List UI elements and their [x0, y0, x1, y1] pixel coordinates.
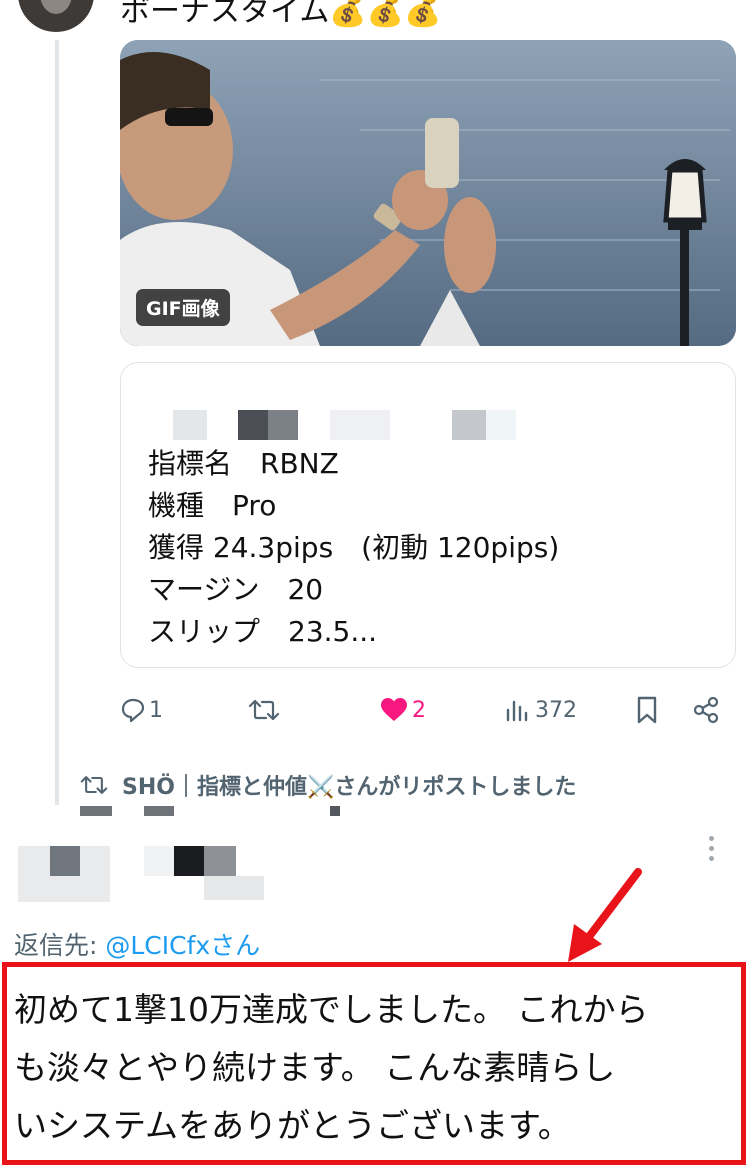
reply-to-handle[interactable]: @LCICfxさん — [105, 931, 260, 960]
repost-notice-text: SHÖ｜指標と仲値⚔️さんがリポストしました — [122, 775, 577, 800]
post-text: ボーナスタイム💰💰💰 — [120, 0, 442, 29]
views-chart-icon — [506, 700, 528, 722]
redacted-block — [238, 410, 268, 440]
share-icon — [693, 696, 719, 724]
like-button[interactable]: 2 — [380, 690, 426, 730]
quote-line: 指標名 RBNZ — [148, 447, 339, 480]
reply-count: 1 — [149, 697, 163, 723]
bookmark-button[interactable] — [635, 690, 659, 730]
reply-to: 返信先: @LCICfxさん — [14, 926, 260, 962]
redacted-block — [452, 410, 486, 440]
views-button[interactable]: 372 — [505, 690, 577, 730]
quote-line: スリップ 23.5... — [148, 615, 378, 648]
redacted-block — [486, 410, 516, 440]
annotation-arrow-icon — [568, 868, 642, 962]
redacted-block — [144, 846, 174, 876]
redacted-block — [268, 410, 298, 440]
reply-to-label: 返信先: — [14, 931, 106, 960]
redacted-block — [330, 806, 340, 816]
redacted-block — [330, 410, 390, 440]
quote-line: 獲得 24.3pips (初動 120pips) — [148, 531, 560, 564]
redacted-block — [173, 410, 207, 440]
bookmark-icon — [637, 696, 657, 724]
gif-badge: GIF画像 — [136, 289, 230, 326]
reply-text-line: いシステムをありがとうございます。 — [14, 1106, 571, 1145]
reply-button[interactable]: 1 — [120, 690, 163, 730]
quote-line: 機種 Pro — [148, 489, 277, 522]
share-button[interactable] — [692, 690, 720, 730]
heart-icon — [381, 698, 407, 721]
quote-line: マージン 20 — [148, 573, 324, 606]
repost-icon — [80, 776, 108, 794]
action-bar: 1 2 372 — [120, 690, 736, 730]
repost-button[interactable] — [248, 690, 280, 730]
repost-notice[interactable]: SHÖ｜指標と仲値⚔️さんがリポストしました — [80, 767, 576, 803]
like-count: 2 — [412, 697, 426, 723]
reply-icon — [121, 698, 145, 723]
redacted-block — [80, 806, 112, 816]
redacted-block — [204, 876, 264, 900]
redacted-block — [204, 846, 236, 876]
redacted-block — [50, 846, 80, 876]
reply-text-line: 初めて1撃10万達成でしました。 これから — [14, 990, 649, 1029]
redacted-block — [174, 846, 204, 876]
more-options-icon[interactable] — [708, 836, 716, 868]
repost-icon — [248, 699, 280, 721]
views-count: 372 — [535, 697, 577, 723]
avatar[interactable] — [18, 0, 94, 32]
reply-text-line: も淡々とやり続けます。 こんな素晴らし — [14, 1048, 616, 1087]
redacted-block — [144, 806, 174, 816]
thread-line — [55, 40, 59, 805]
